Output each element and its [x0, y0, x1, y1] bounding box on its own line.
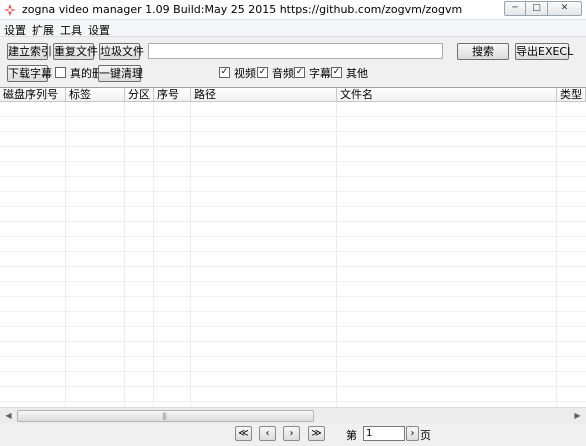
filter-other-label: 其他	[346, 66, 368, 80]
search-button[interactable]: 搜索	[457, 43, 509, 60]
window-title: zogna video manager 1.09 Build:May 25 20…	[22, 3, 463, 16]
scrollbar-thumb[interactable]: |||	[17, 410, 314, 422]
file-table[interactable]: 磁盘序列号 标签 分区 序号 路径 文件名 类型	[0, 87, 586, 407]
filter-audio-checkbox[interactable]: ✓ 音频	[257, 66, 294, 80]
video-check-icon[interactable]: ✓	[219, 67, 230, 78]
horizontal-scrollbar[interactable]: ◀ ||| ▶	[0, 407, 586, 424]
menu-settings-2[interactable]: 设置	[88, 22, 110, 38]
filter-audio-label: 音频	[272, 66, 294, 80]
page-suffix-label: 页	[420, 429, 431, 442]
table-body[interactable]	[0, 102, 586, 407]
window-controls: ─ □ ✕	[504, 1, 582, 16]
first-page-button[interactable]: ≪	[235, 426, 252, 441]
last-page-button[interactable]: ≫	[308, 426, 325, 441]
column-disk-serial[interactable]: 磁盘序列号	[0, 88, 66, 102]
column-type[interactable]: 类型	[557, 88, 586, 102]
go-page-button[interactable]: ›	[406, 426, 419, 441]
column-filename[interactable]: 文件名	[337, 88, 557, 102]
page-prefix-label: 第	[346, 429, 357, 442]
scroll-left-icon[interactable]: ◀	[0, 408, 17, 424]
column-label[interactable]: 标签	[66, 88, 125, 102]
menu-settings[interactable]: 设置	[4, 22, 26, 38]
other-check-icon[interactable]: ✓	[331, 67, 342, 78]
audio-check-icon[interactable]: ✓	[257, 67, 268, 78]
next-page-button[interactable]: ›	[283, 426, 300, 441]
menu-extensions[interactable]: 扩展	[32, 22, 54, 38]
page-number-input[interactable]	[363, 426, 405, 441]
one-click-clean-button[interactable]: 一键清理	[98, 65, 143, 82]
real-delete-box[interactable]	[55, 67, 66, 78]
filter-subtitle-label: 字幕	[309, 66, 331, 80]
real-delete-checkbox[interactable]: 真的删	[55, 66, 103, 80]
scroll-right-icon[interactable]: ▶	[569, 408, 586, 424]
filter-other-checkbox[interactable]: ✓ 其他	[331, 66, 368, 80]
junk-files-button[interactable]: 垃圾文件	[99, 43, 144, 60]
subtitle-check-icon[interactable]: ✓	[294, 67, 305, 78]
title-bar: zogna video manager 1.09 Build:May 25 20…	[0, 0, 586, 20]
filter-video-label: 视频	[234, 66, 256, 80]
prev-page-button[interactable]: ‹	[259, 426, 276, 441]
build-index-button[interactable]: 建立索引	[7, 43, 52, 60]
menu-tools[interactable]: 工具	[60, 22, 82, 38]
column-path[interactable]: 路径	[191, 88, 337, 102]
column-partition[interactable]: 分区	[125, 88, 154, 102]
duplicate-files-button[interactable]: 重复文件	[53, 43, 98, 60]
export-excel-button[interactable]: 导出EXECL	[515, 43, 573, 60]
menu-bar: 设置 扩展 工具 设置	[0, 20, 586, 37]
close-button[interactable]: ✕	[548, 1, 582, 16]
minimize-button[interactable]: ─	[504, 1, 526, 16]
search-input[interactable]	[148, 43, 443, 59]
column-index[interactable]: 序号	[154, 88, 191, 102]
app-logo-icon	[4, 4, 16, 16]
filter-subtitle-checkbox[interactable]: ✓ 字幕	[294, 66, 331, 80]
maximize-button[interactable]: □	[526, 1, 548, 16]
scroll-grip-icon: |||	[162, 412, 167, 420]
download-subtitles-button[interactable]: 下载字幕	[7, 65, 52, 82]
table-header: 磁盘序列号 标签 分区 序号 路径 文件名 类型	[0, 88, 586, 102]
filter-video-checkbox[interactable]: ✓ 视频	[219, 66, 256, 80]
